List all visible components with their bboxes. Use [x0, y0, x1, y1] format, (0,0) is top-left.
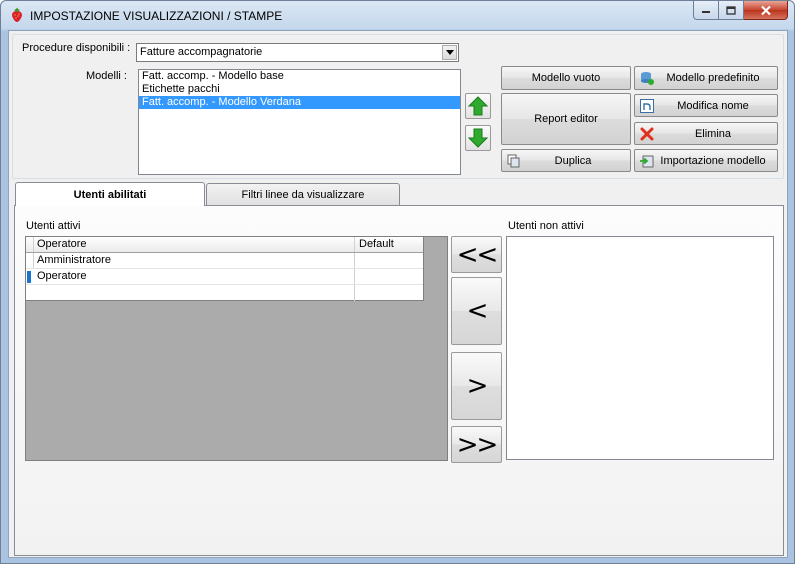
procedure-select[interactable]: Fatture accompagnatorie	[136, 43, 459, 62]
cell-default[interactable]	[356, 269, 423, 284]
import-icon	[640, 155, 654, 168]
report-editor-button[interactable]: Report editor	[501, 93, 631, 145]
maximize-icon	[726, 5, 736, 15]
arrow-up-icon	[468, 96, 488, 116]
cell-operatore[interactable]: Operatore	[35, 269, 355, 284]
move-right-label: >	[466, 371, 489, 401]
cell-default[interactable]	[356, 253, 423, 268]
inactive-users-list[interactable]	[506, 236, 774, 460]
list-item[interactable]: Fatt. accomp. - Modello base	[139, 70, 460, 83]
current-row-indicator	[27, 271, 31, 283]
cell-empty	[35, 285, 355, 301]
active-users-grid[interactable]: Operatore Default Amministratore Operato…	[25, 236, 448, 461]
tab-panel-utenti-abilitati: Utenti attivi Utenti non attivi Operator…	[14, 205, 784, 556]
modifica-nome-button[interactable]: Modifica nome	[634, 94, 778, 117]
close-button[interactable]	[744, 1, 788, 20]
elimina-button[interactable]: Elimina	[634, 122, 778, 145]
move-down-button[interactable]	[465, 125, 491, 151]
move-all-right-label: >>	[456, 429, 499, 460]
move-up-button[interactable]	[465, 93, 491, 119]
delete-x-icon	[640, 127, 654, 141]
move-left-button[interactable]: <	[451, 277, 502, 345]
table-row-empty[interactable]	[26, 285, 423, 301]
list-item[interactable]: Etichette pacchi	[139, 83, 460, 96]
modifica-nome-label: Modifica nome	[677, 99, 749, 112]
importazione-modello-button[interactable]: Importazione modello	[634, 149, 778, 172]
chevron-down-icon[interactable]	[442, 45, 457, 60]
tab-strip: Utenti abilitati Filtri linee da visuali…	[14, 182, 784, 206]
utenti-non-attivi-label: Utenti non attivi	[508, 220, 584, 232]
move-left-label: <	[466, 296, 489, 326]
move-all-right-button[interactable]: >>	[451, 426, 502, 463]
row-indicator	[26, 237, 34, 252]
modello-predefinito-label: Modello predefinito	[666, 72, 760, 84]
list-item-selected[interactable]: Fatt. accomp. - Modello Verdana	[139, 96, 460, 109]
grid-table: Operatore Default Amministratore Operato…	[26, 237, 424, 301]
caption-buttons	[693, 1, 788, 20]
minimize-icon	[702, 11, 710, 13]
maximize-button[interactable]	[719, 1, 744, 20]
table-row[interactable]: Amministratore	[26, 253, 423, 269]
column-header-default[interactable]: Default	[356, 237, 423, 252]
database-add-icon	[641, 72, 654, 85]
tab-utenti-abilitati[interactable]: Utenti abilitati	[15, 182, 205, 206]
importazione-modello-label: Importazione modello	[660, 154, 766, 167]
tab-label: Utenti abilitati	[73, 188, 147, 201]
elimina-label: Elimina	[694, 127, 732, 140]
minimize-button[interactable]	[693, 1, 719, 20]
move-all-left-label: <<	[456, 239, 499, 270]
duplica-label: Duplica	[554, 154, 592, 167]
procedure-select-value: Fatture accompagnatorie	[140, 46, 263, 58]
row-indicator	[26, 253, 34, 268]
window-title: IMPOSTAZIONE VISUALIZZAZIONI / STAMPE	[30, 9, 283, 23]
modelli-label: Modelli :	[86, 70, 127, 82]
window-client-area: Procedure disponibili : Fatture accompag…	[8, 30, 788, 558]
column-header-operatore[interactable]: Operatore	[35, 237, 355, 252]
title-bar[interactable]: IMPOSTAZIONE VISUALIZZAZIONI / STAMPE	[1, 1, 794, 29]
modello-vuoto-button[interactable]: Modello vuoto	[501, 66, 631, 90]
rename-icon	[640, 99, 654, 113]
grid-header-row: Operatore Default	[26, 237, 423, 253]
models-listbox[interactable]: Fatt. accomp. - Modello base Etichette p…	[138, 69, 461, 175]
tab-label: Filtri linee da visualizzare	[241, 189, 365, 201]
move-all-left-button[interactable]: <<	[451, 236, 502, 273]
table-row[interactable]: Operatore	[26, 269, 423, 285]
tab-filtri-linee[interactable]: Filtri linee da visualizzare	[206, 183, 400, 206]
models-groupbox: Procedure disponibili : Fatture accompag…	[12, 34, 784, 179]
app-window: IMPOSTAZIONE VISUALIZZAZIONI / STAMPE Pr…	[0, 0, 795, 564]
modello-predefinito-button[interactable]: Modello predefinito	[634, 66, 778, 90]
close-icon	[760, 5, 771, 15]
move-right-button[interactable]: >	[451, 352, 502, 420]
duplica-button[interactable]: Duplica	[501, 149, 631, 172]
arrow-down-icon	[468, 128, 488, 148]
duplicate-icon	[507, 154, 520, 168]
modello-vuoto-label: Modello vuoto	[531, 72, 601, 84]
cell-operatore[interactable]: Amministratore	[35, 253, 355, 268]
utenti-attivi-label: Utenti attivi	[26, 220, 81, 232]
report-editor-label: Report editor	[534, 113, 598, 125]
procedure-label: Procedure disponibili :	[22, 42, 131, 54]
strawberry-icon	[12, 7, 22, 22]
